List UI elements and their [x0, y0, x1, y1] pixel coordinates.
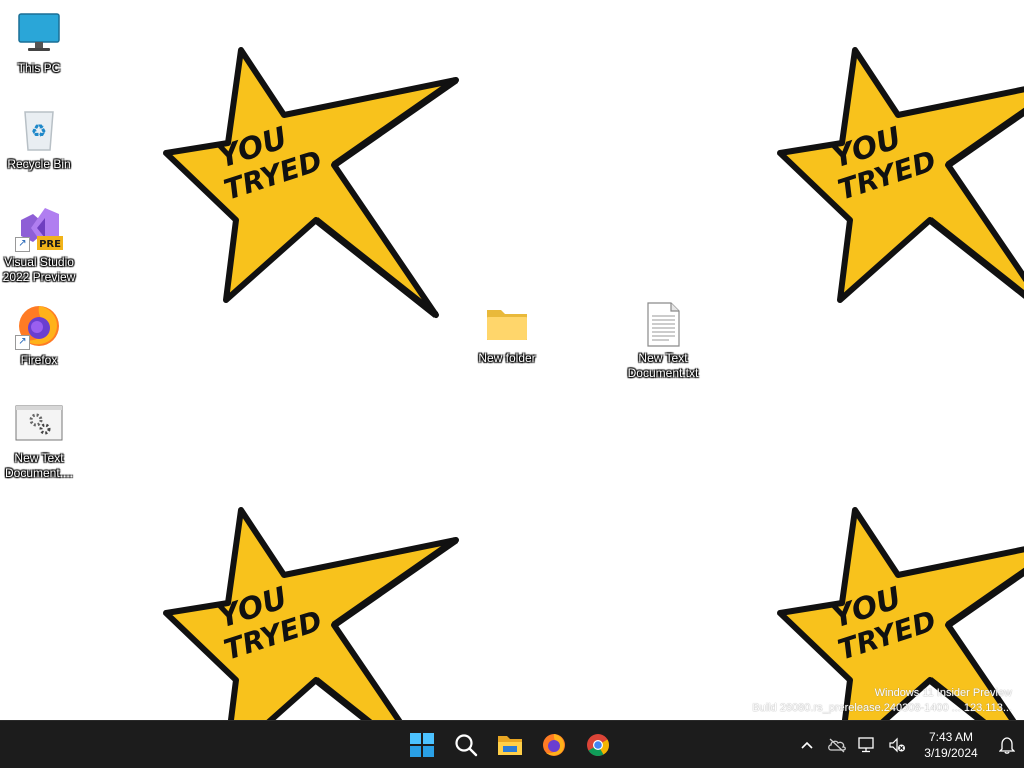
desktop-icon-new-folder[interactable]: New folder — [467, 300, 547, 366]
show-hidden-icons-button[interactable] — [792, 725, 822, 765]
volume-muted-icon — [889, 737, 905, 753]
taskbar: 7:43 AM 3/19/2024 — [0, 720, 1024, 768]
clock-date: 3/19/2024 — [924, 746, 978, 760]
chrome-icon — [587, 734, 609, 756]
star-sticker: YOU TRYED — [166, 510, 456, 720]
volume-tray-button[interactable] — [882, 725, 912, 765]
star-sticker: YOU TRYED — [780, 50, 1024, 315]
cloud-offline-icon — [828, 738, 846, 753]
desktop-icon-new-text-document-exe[interactable]: New Text Document.... — [0, 400, 79, 481]
windows-start-icon — [410, 733, 434, 757]
desktop-icon-label: New Text Document.txt — [627, 351, 699, 380]
visual-studio-icon: PRE ↗ — [15, 204, 63, 252]
clock-time: 7:43 AM — [928, 730, 974, 744]
onedrive-tray-button[interactable] — [822, 725, 852, 765]
desktop-icon-recycle-bin[interactable]: ♻ Recycle Bin — [0, 106, 79, 172]
taskbar-pinned-apps — [402, 721, 618, 769]
firefox-icon — [543, 734, 565, 756]
windows-build-watermark: Windows 11 Insider Preview Build 26080.r… — [752, 686, 1012, 716]
text-file-icon — [639, 300, 687, 348]
desktop-icon-label: This PC — [17, 61, 61, 75]
notifications-button[interactable] — [990, 725, 1024, 765]
shortcut-arrow-icon: ↗ — [15, 237, 30, 252]
svg-text:♻: ♻ — [31, 121, 47, 142]
settings-app-icon — [15, 400, 63, 448]
desktop-icon-this-pc[interactable]: This PC — [0, 10, 79, 76]
watermark-line-2: Build 26080.rs_prerelease.240308-1400 ..… — [752, 702, 1012, 714]
start-button[interactable] — [402, 725, 442, 765]
system-tray: 7:43 AM 3/19/2024 — [792, 721, 1024, 769]
desktop-icon-label: New Text Document.... — [4, 451, 74, 480]
network-tray-button[interactable] — [852, 725, 882, 765]
desktop-icon-firefox[interactable]: ↗ Firefox — [0, 302, 79, 368]
svg-text:PRE: PRE — [39, 239, 61, 250]
desktop-icon-label: New folder — [478, 351, 536, 365]
watermark-line-1: Windows 11 Insider Preview — [874, 687, 1012, 699]
chevron-up-icon — [801, 741, 813, 749]
desktop-icon-label: Visual Studio 2022 Preview — [2, 255, 76, 284]
bell-icon — [999, 737, 1015, 754]
firefox-icon: ↗ — [15, 302, 63, 350]
desktop-icon-label: Recycle Bin — [7, 157, 71, 171]
monitor-icon — [15, 10, 63, 58]
chrome-taskbar-button[interactable] — [578, 725, 618, 765]
search-icon — [455, 734, 478, 757]
search-button[interactable] — [446, 725, 486, 765]
file-explorer-icon — [498, 736, 522, 755]
shortcut-arrow-icon: ↗ — [15, 335, 30, 350]
desktop-icon-new-text-document[interactable]: New Text Document.txt — [623, 300, 703, 381]
star-sticker: YOU TRYED — [166, 50, 456, 315]
file-explorer-button[interactable] — [490, 725, 530, 765]
folder-icon — [483, 300, 531, 348]
desktop-icon-label: Firefox — [20, 353, 58, 367]
recycle-bin-icon: ♻ — [15, 106, 63, 154]
network-icon — [858, 737, 874, 753]
taskbar-clock[interactable]: 7:43 AM 3/19/2024 — [912, 729, 990, 761]
firefox-taskbar-button[interactable] — [534, 725, 574, 765]
desktop-icon-visual-studio[interactable]: PRE ↗ Visual Studio 2022 Preview — [0, 204, 79, 285]
